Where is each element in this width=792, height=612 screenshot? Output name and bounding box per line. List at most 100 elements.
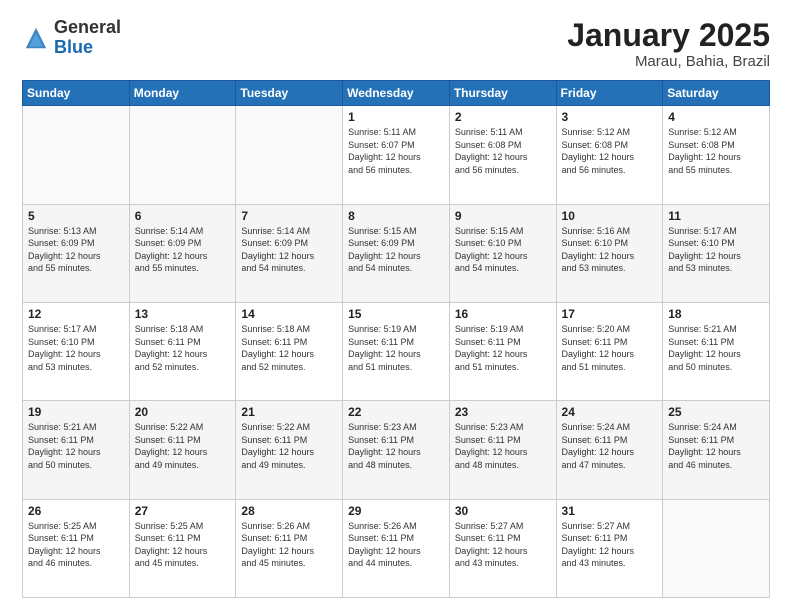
calendar-header: SundayMondayTuesdayWednesdayThursdayFrid… <box>23 81 770 106</box>
day-number: 22 <box>348 405 444 419</box>
day-info: Sunrise: 5:21 AM Sunset: 6:11 PM Dayligh… <box>28 421 124 471</box>
day-cell: 17Sunrise: 5:20 AM Sunset: 6:11 PM Dayli… <box>556 302 663 400</box>
day-info: Sunrise: 5:25 AM Sunset: 6:11 PM Dayligh… <box>28 520 124 570</box>
day-info: Sunrise: 5:16 AM Sunset: 6:10 PM Dayligh… <box>562 225 658 275</box>
day-number: 25 <box>668 405 764 419</box>
day-number: 10 <box>562 209 658 223</box>
day-number: 13 <box>135 307 231 321</box>
day-cell: 18 Sunrise: 5:21 AM Sunset: 6:11 PM Dayli… <box>663 302 770 400</box>
day-number: 19 <box>28 405 124 419</box>
day-cell: 12 Sunrise: 5:17 AM Sunset: 6:10 PM Dayli… <box>23 302 130 400</box>
header: General Blue January 2025 Marau, Bahia, … <box>22 18 770 70</box>
day-cell: 9 Sunrise: 5:15 AM Sunset: 6:10 PM Daylig… <box>449 204 556 302</box>
day-cell: 27 Sunrise: 5:25 AM Sunset: 6:11 PM Dayli… <box>129 499 236 597</box>
day-info: Sunrise: 5:17 AM Sunset: 6:10 PM Dayligh… <box>28 323 124 373</box>
day-info: Sunrise: 5:25 AM Sunset: 6:11 PM Dayligh… <box>135 520 231 570</box>
day-cell: 23Sunrise: 5:23 AM Sunset: 6:11 PM Dayli… <box>449 401 556 499</box>
day-info: Sunrise: 5:17 AM Sunset: 6:10 PM Dayligh… <box>668 225 764 275</box>
weekday-header-sunday: Sunday <box>23 81 130 106</box>
day-cell: 7 Sunrise: 5:14 AM Sunset: 6:09 PM Daylig… <box>236 204 343 302</box>
calendar-table: SundayMondayTuesdayWednesdayThursdayFrid… <box>22 80 770 598</box>
day-number: 23 <box>455 405 551 419</box>
day-cell <box>129 106 236 204</box>
day-number: 7 <box>241 209 337 223</box>
day-cell: 14Sunrise: 5:18 AM Sunset: 6:11 PM Dayli… <box>236 302 343 400</box>
day-cell: 4 Sunrise: 5:12 AM Sunset: 6:08 PM Daylig… <box>663 106 770 204</box>
day-cell: 29Sunrise: 5:26 AM Sunset: 6:11 PM Dayli… <box>343 499 450 597</box>
calendar-title: January 2025 <box>567 18 770 53</box>
day-cell: 5 Sunrise: 5:13 AM Sunset: 6:09 PM Daylig… <box>23 204 130 302</box>
day-number: 12 <box>28 307 124 321</box>
day-number: 5 <box>28 209 124 223</box>
day-number: 11 <box>668 209 764 223</box>
day-info: Sunrise: 5:14 AM Sunset: 6:09 PM Dayligh… <box>135 225 231 275</box>
day-info: Sunrise: 5:21 AM Sunset: 6:11 PM Dayligh… <box>668 323 764 373</box>
day-number: 24 <box>562 405 658 419</box>
day-number: 27 <box>135 504 231 518</box>
weekday-header-saturday: Saturday <box>663 81 770 106</box>
day-cell: 3Sunrise: 5:12 AM Sunset: 6:08 PM Daylig… <box>556 106 663 204</box>
day-number: 20 <box>135 405 231 419</box>
day-cell: 8 Sunrise: 5:15 AM Sunset: 6:09 PM Daylig… <box>343 204 450 302</box>
day-info: Sunrise: 5:22 AM Sunset: 6:11 PM Dayligh… <box>135 421 231 471</box>
day-info: Sunrise: 5:24 AM Sunset: 6:11 PM Dayligh… <box>668 421 764 471</box>
day-info: Sunrise: 5:26 AM Sunset: 6:11 PM Dayligh… <box>241 520 337 570</box>
logo-blue: Blue <box>54 37 93 57</box>
week-row-2: 5 Sunrise: 5:13 AM Sunset: 6:09 PM Daylig… <box>23 204 770 302</box>
day-number: 28 <box>241 504 337 518</box>
day-info: Sunrise: 5:27 AM Sunset: 6:11 PM Dayligh… <box>455 520 551 570</box>
week-row-5: 26Sunrise: 5:25 AM Sunset: 6:11 PM Dayli… <box>23 499 770 597</box>
week-row-4: 19 Sunrise: 5:21 AM Sunset: 6:11 PM Dayli… <box>23 401 770 499</box>
day-info: Sunrise: 5:12 AM Sunset: 6:08 PM Dayligh… <box>668 126 764 176</box>
day-info: Sunrise: 5:12 AM Sunset: 6:08 PM Dayligh… <box>562 126 658 176</box>
day-info: Sunrise: 5:18 AM Sunset: 6:11 PM Dayligh… <box>135 323 231 373</box>
day-number: 14 <box>241 307 337 321</box>
title-block: January 2025 Marau, Bahia, Brazil <box>567 18 770 70</box>
page: General Blue January 2025 Marau, Bahia, … <box>0 0 792 612</box>
weekday-header-friday: Friday <box>556 81 663 106</box>
day-info: Sunrise: 5:20 AM Sunset: 6:11 PM Dayligh… <box>562 323 658 373</box>
day-cell: 31Sunrise: 5:27 AM Sunset: 6:11 PM Dayli… <box>556 499 663 597</box>
day-number: 9 <box>455 209 551 223</box>
day-cell: 6Sunrise: 5:14 AM Sunset: 6:09 PM Daylig… <box>129 204 236 302</box>
day-number: 18 <box>668 307 764 321</box>
weekday-header-tuesday: Tuesday <box>236 81 343 106</box>
day-cell: 19 Sunrise: 5:21 AM Sunset: 6:11 PM Dayli… <box>23 401 130 499</box>
week-row-1: 1Sunrise: 5:11 AM Sunset: 6:07 PM Daylig… <box>23 106 770 204</box>
day-info: Sunrise: 5:27 AM Sunset: 6:11 PM Dayligh… <box>562 520 658 570</box>
day-info: Sunrise: 5:22 AM Sunset: 6:11 PM Dayligh… <box>241 421 337 471</box>
weekday-header-monday: Monday <box>129 81 236 106</box>
day-number: 4 <box>668 110 764 124</box>
weekday-header-thursday: Thursday <box>449 81 556 106</box>
logo-text: General Blue <box>54 18 121 58</box>
day-info: Sunrise: 5:11 AM Sunset: 6:08 PM Dayligh… <box>455 126 551 176</box>
day-info: Sunrise: 5:13 AM Sunset: 6:09 PM Dayligh… <box>28 225 124 275</box>
calendar-body: 1Sunrise: 5:11 AM Sunset: 6:07 PM Daylig… <box>23 106 770 598</box>
day-cell <box>236 106 343 204</box>
day-cell: 10 Sunrise: 5:16 AM Sunset: 6:10 PM Dayli… <box>556 204 663 302</box>
day-cell: 15Sunrise: 5:19 AM Sunset: 6:11 PM Dayli… <box>343 302 450 400</box>
logo: General Blue <box>22 18 121 58</box>
logo-general: General <box>54 17 121 37</box>
day-cell: 25 Sunrise: 5:24 AM Sunset: 6:11 PM Dayli… <box>663 401 770 499</box>
day-cell <box>663 499 770 597</box>
weekday-header-wednesday: Wednesday <box>343 81 450 106</box>
day-cell: 11 Sunrise: 5:17 AM Sunset: 6:10 PM Dayli… <box>663 204 770 302</box>
day-info: Sunrise: 5:11 AM Sunset: 6:07 PM Dayligh… <box>348 126 444 176</box>
day-number: 8 <box>348 209 444 223</box>
day-cell: 30Sunrise: 5:27 AM Sunset: 6:11 PM Dayli… <box>449 499 556 597</box>
day-info: Sunrise: 5:14 AM Sunset: 6:09 PM Dayligh… <box>241 225 337 275</box>
day-cell: 22Sunrise: 5:23 AM Sunset: 6:11 PM Dayli… <box>343 401 450 499</box>
day-number: 29 <box>348 504 444 518</box>
day-cell: 13 Sunrise: 5:18 AM Sunset: 6:11 PM Dayli… <box>129 302 236 400</box>
day-info: Sunrise: 5:15 AM Sunset: 6:09 PM Dayligh… <box>348 225 444 275</box>
day-info: Sunrise: 5:15 AM Sunset: 6:10 PM Dayligh… <box>455 225 551 275</box>
day-cell: 26Sunrise: 5:25 AM Sunset: 6:11 PM Dayli… <box>23 499 130 597</box>
week-row-3: 12 Sunrise: 5:17 AM Sunset: 6:10 PM Dayli… <box>23 302 770 400</box>
day-number: 16 <box>455 307 551 321</box>
day-number: 2 <box>455 110 551 124</box>
day-cell: 16Sunrise: 5:19 AM Sunset: 6:11 PM Dayli… <box>449 302 556 400</box>
day-cell: 28 Sunrise: 5:26 AM Sunset: 6:11 PM Dayli… <box>236 499 343 597</box>
day-info: Sunrise: 5:19 AM Sunset: 6:11 PM Dayligh… <box>348 323 444 373</box>
day-cell: 21Sunrise: 5:22 AM Sunset: 6:11 PM Dayli… <box>236 401 343 499</box>
